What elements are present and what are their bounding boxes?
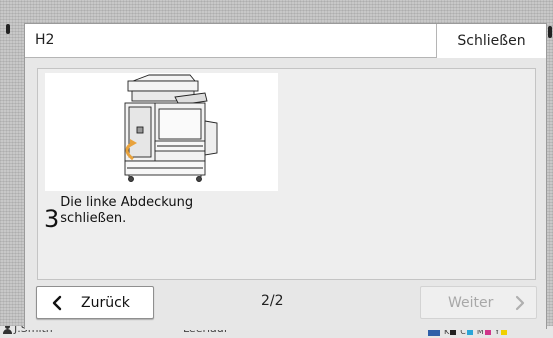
instruction-step: 3 Die linke Abdeckung schließen. [44, 195, 250, 231]
next-button-label: Weiter [448, 294, 494, 311]
close-button[interactable]: Schließen [436, 24, 546, 58]
dialog-body: 3 Die linke Abdeckung schließen. Zurück … [25, 58, 546, 330]
step-text: Die linke Abdeckung schließen. [60, 195, 194, 226]
instruction-panel: 3 Die linke Abdeckung schließen. [37, 68, 536, 280]
background-edge-marker [548, 26, 552, 38]
dialog-footer: Zurück 2/2 Weiter [25, 280, 546, 330]
next-button[interactable]: Weiter [420, 286, 537, 319]
background-edge-marker [6, 24, 10, 34]
back-button-label: Zurück [81, 294, 130, 311]
back-button[interactable]: Zurück [36, 286, 154, 319]
chevron-right-icon [516, 295, 525, 310]
chevron-left-icon [52, 295, 62, 310]
step-number: 3 [44, 205, 60, 233]
dialog-title: H2 [35, 32, 55, 48]
user-icon [3, 326, 12, 334]
error-guide-dialog: H2 Schließen 3 Die linke Abdeckung schli… [24, 23, 547, 330]
dialog-header: H2 Schließen [25, 24, 546, 58]
page-indicator: 2/2 [261, 293, 284, 309]
printer-left-cover-illustration [45, 73, 278, 191]
